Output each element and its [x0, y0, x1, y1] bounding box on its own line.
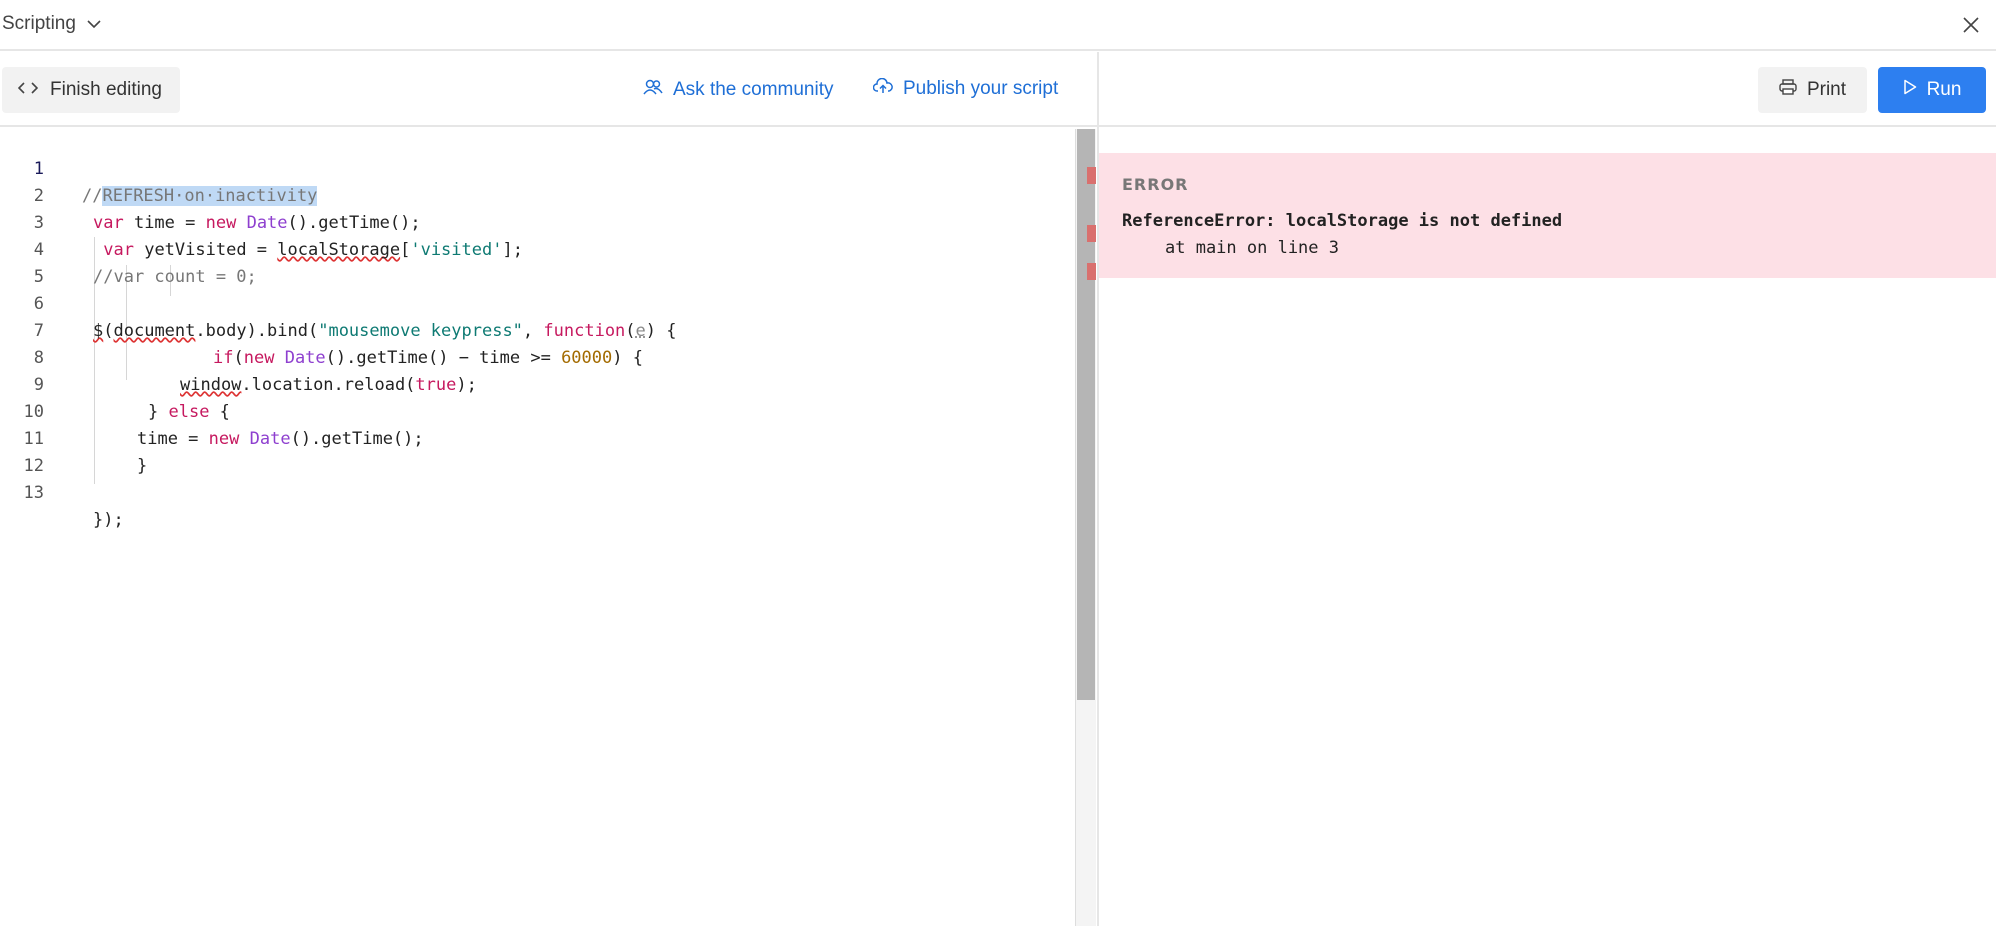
play-icon — [1903, 79, 1927, 101]
code-line: 3 var yetVisited = localStorage['visited… — [0, 183, 1076, 260]
code-line: 11 } — [0, 399, 1076, 476]
code-line: 1 //REFRESH·on·inactivity — [0, 129, 1076, 206]
run-button[interactable]: Run — [1878, 67, 1986, 113]
editor-scrollbar-thumb[interactable] — [1077, 129, 1095, 700]
error-marker[interactable] — [1087, 167, 1096, 184]
output-toolbar: Print Run — [1099, 52, 1996, 127]
code-line: 2 var time = new Date().getTime(); — [0, 156, 1076, 233]
error-heading: ERROR — [1122, 175, 1189, 194]
error-location: at main on line 3 — [1165, 238, 1339, 258]
print-button[interactable]: Print — [1758, 67, 1867, 113]
publish-script-label: Publish your script — [903, 78, 1059, 99]
code-line: 9 } else { — [0, 345, 1076, 422]
code-line: 6 $(document.body).bind("mousemove keypr… — [0, 264, 1076, 341]
code-editor[interactable]: 1 //REFRESH·on·inactivity 2 var time = n… — [0, 129, 1076, 926]
code-line: 4 //var count = 0; — [0, 210, 1076, 287]
code-text: }); — [93, 510, 124, 530]
publish-script-link[interactable]: Publish your script — [872, 77, 1059, 100]
code-line: 12 — [0, 426, 1076, 476]
line-number: 13 — [23, 483, 44, 503]
app-title: Scripting — [2, 13, 76, 34]
editor-toolbar: Finish editing Ask the community Publish… — [0, 52, 1097, 127]
error-message: ReferenceError: localStorage is not defi… — [1122, 211, 1563, 231]
chevron-down-icon — [86, 16, 102, 32]
error-panel: ERROR ReferenceError: localStorage is no… — [1099, 153, 1996, 278]
code-line: 13 }); — [0, 453, 1076, 530]
code-line: 5 — [0, 237, 1076, 287]
cloud-upload-icon — [872, 77, 903, 100]
community-icon — [643, 78, 673, 102]
app-title-dropdown[interactable]: Scripting — [2, 13, 102, 35]
finish-editing-label: Finish editing — [50, 79, 162, 100]
ask-community-link[interactable]: Ask the community — [643, 78, 834, 102]
output-pane: Print Run ERROR ReferenceError: localSto… — [1099, 52, 1996, 926]
run-label: Run — [1926, 79, 1962, 100]
code-icon — [17, 79, 50, 101]
title-bar: Scripting — [0, 0, 1996, 51]
finish-editing-button[interactable]: Finish editing — [2, 67, 180, 113]
error-marker[interactable] — [1087, 225, 1096, 242]
ask-community-label: Ask the community — [673, 79, 834, 100]
code-line: 10 time = new Date().getTime(); — [0, 372, 1076, 449]
code-line: 7 if(new Date().getTime() − time >= 6000… — [0, 291, 1076, 368]
printer-icon — [1779, 79, 1807, 101]
close-icon[interactable] — [1960, 14, 1982, 36]
code-line: 8 window.location.reload(true); — [0, 318, 1076, 395]
error-marker[interactable] — [1087, 263, 1096, 280]
print-label: Print — [1806, 79, 1847, 100]
editor-pane: Finish editing Ask the community Publish… — [0, 52, 1097, 926]
